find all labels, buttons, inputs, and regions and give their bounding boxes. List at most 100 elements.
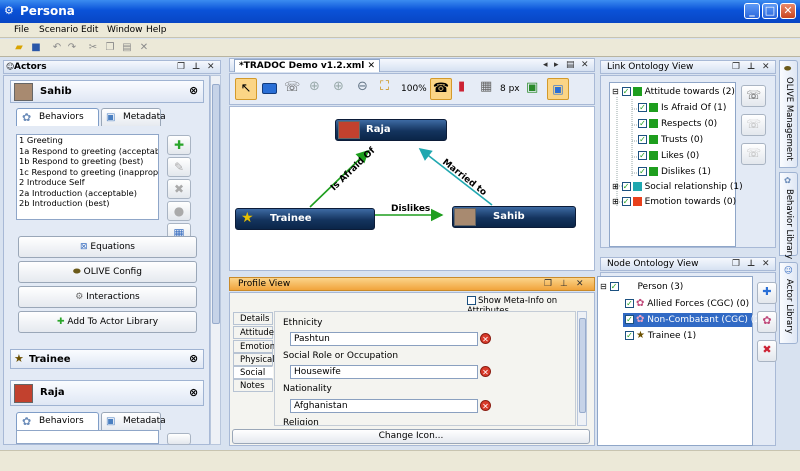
menu-file[interactable]: File bbox=[14, 25, 29, 35]
snap-tool-icon[interactable]: ☎ bbox=[430, 78, 452, 100]
tree-item[interactable]: ⊟ ✓ Attitude towards (2) bbox=[612, 87, 735, 97]
add-behavior-button[interactable] bbox=[167, 433, 191, 445]
checkbox[interactable]: ✓ bbox=[625, 331, 634, 340]
remove-link-type-button[interactable]: ☏ bbox=[741, 143, 766, 165]
tab-behaviors[interactable]: ✿ Behaviors bbox=[16, 108, 99, 126]
node-ontology-tree[interactable]: ⊟ ✓ Person (3) ✓ ✿ Allied Forces (CGC) (0… bbox=[597, 276, 764, 446]
tab-tradoc-demo[interactable]: *TRADOC Demo v1.2.xml ✕ bbox=[234, 59, 381, 72]
tree-item[interactable]: ⊞ ✓ Emotion towards (0) bbox=[612, 197, 736, 207]
maximize-button[interactable]: □ bbox=[762, 3, 778, 19]
show-meta-checkbox[interactable]: Show Meta-Info on Attributes bbox=[467, 296, 588, 316]
zoom-in-icon[interactable]: ⊕ bbox=[309, 79, 320, 94]
restore-icon[interactable]: ❐ bbox=[177, 62, 185, 72]
expand-node-icon[interactable]: ⊞ bbox=[612, 197, 619, 206]
checkbox[interactable]: ✓ bbox=[625, 315, 634, 324]
minimize-button[interactable]: _ bbox=[744, 3, 760, 19]
fit-icon[interactable]: ⛶ bbox=[380, 79, 389, 94]
close-tab-icon[interactable]: ✕ bbox=[368, 61, 376, 71]
add-link-type-button[interactable]: ☏ bbox=[741, 85, 766, 107]
restore-icon[interactable]: ❐ bbox=[732, 62, 740, 72]
list-item[interactable]: 2b Introduction (best) bbox=[17, 198, 158, 209]
edit-behavior-button[interactable]: ✎ bbox=[167, 157, 191, 177]
graph-canvas[interactable]: Is Afraid Of Married to Dislikes Raja ★ … bbox=[229, 106, 595, 271]
checkbox[interactable]: ✓ bbox=[625, 299, 634, 308]
ethnicity-field[interactable]: Pashtun bbox=[290, 332, 478, 346]
collapse-icon[interactable]: ⊗ bbox=[189, 84, 198, 97]
tab-metadata[interactable]: ▣ Metadata bbox=[101, 412, 166, 430]
checkbox[interactable]: ✓ bbox=[638, 135, 647, 144]
tab-left-icon[interactable]: ◂ bbox=[543, 60, 548, 70]
tree-item[interactable]: ✓ Respects (0) bbox=[638, 119, 717, 129]
tab-physical[interactable]: Physical bbox=[233, 353, 275, 366]
occupation-field[interactable]: Housewife bbox=[290, 365, 478, 379]
tree-item[interactable]: ✓ Trusts (0) bbox=[638, 135, 703, 145]
paste-icon[interactable]: ▤ bbox=[121, 42, 133, 54]
edit-node-type-button[interactable]: ✿ bbox=[757, 311, 777, 333]
edit-link-type-button[interactable]: ☏ bbox=[741, 114, 766, 136]
tab-actor-library[interactable]: ☺ Actor Library bbox=[779, 262, 798, 344]
copy-icon[interactable]: ❐ bbox=[104, 42, 116, 54]
behavior-list[interactable] bbox=[16, 430, 159, 444]
remove-node-type-button[interactable]: ✖ bbox=[757, 340, 777, 362]
collapse-node-icon[interactable]: ⊟ bbox=[600, 282, 607, 291]
remove-occupation-icon[interactable]: ✕ bbox=[480, 366, 491, 377]
zoom-icon[interactable]: ⊕ bbox=[333, 79, 344, 94]
nationality-field[interactable]: Afghanistan bbox=[290, 399, 478, 413]
menu-edit[interactable]: Edit bbox=[81, 25, 98, 35]
tree-item[interactable]: ⊟ ✓ Person (3) bbox=[600, 282, 683, 292]
checkbox[interactable]: ✓ bbox=[609, 282, 619, 291]
grid-icon[interactable]: ▦ bbox=[480, 79, 492, 94]
tree-item[interactable]: ✓ ★ Trainee (1) bbox=[625, 330, 696, 341]
add-behavior-button[interactable]: ✚ bbox=[167, 135, 191, 155]
open-icon[interactable]: ▰ bbox=[13, 42, 25, 54]
actor-raja-header[interactable]: Raja ⊗ bbox=[10, 380, 204, 406]
tab-behaviors[interactable]: ✿ Behaviors bbox=[16, 412, 99, 430]
change-icon-button[interactable]: Change Icon... bbox=[232, 429, 590, 444]
checkbox[interactable]: ✓ bbox=[638, 167, 647, 176]
checkbox[interactable]: ✓ bbox=[621, 197, 631, 206]
tree-item-selected[interactable]: ✓ ✿ Non-Combatant (CGC) (2) bbox=[623, 313, 764, 327]
tab-right-icon[interactable]: ▸ bbox=[554, 60, 559, 70]
close-icon[interactable]: ✕ bbox=[581, 60, 589, 70]
cut-icon[interactable]: ✂ bbox=[87, 42, 99, 54]
profile-scrollbar[interactable] bbox=[577, 311, 587, 426]
list-item[interactable]: 1b Respond to greeting (best) bbox=[17, 156, 158, 167]
tab-metadata[interactable]: ▣ Metadata bbox=[101, 108, 166, 126]
tree-item[interactable]: ✓ Is Afraid Of (1) bbox=[638, 103, 726, 113]
tree-item[interactable]: ✓ ✿ Allied Forces (CGC) (0) bbox=[625, 298, 749, 309]
pin-icon[interactable]: ⊥ bbox=[747, 62, 755, 72]
actor-sahib-header[interactable]: Sahib ⊗ bbox=[10, 80, 204, 103]
menu-scenario[interactable]: Scenario bbox=[39, 25, 78, 35]
tree-item[interactable]: ⊞ ✓ Social relationship (1) bbox=[612, 182, 743, 192]
equations-button[interactable]: ⊠ Equations bbox=[18, 236, 197, 258]
list-item[interactable]: 1 Greeting bbox=[17, 135, 158, 146]
behavior-list[interactable]: 1 Greeting 1a Respond to greeting (accep… bbox=[16, 134, 159, 220]
list-item[interactable]: 1c Respond to greeting (inappropria bbox=[17, 167, 158, 178]
redo-icon[interactable]: ↷ bbox=[66, 42, 78, 54]
close-icon[interactable]: ✕ bbox=[207, 62, 215, 72]
collapse-icon[interactable]: ⊗ bbox=[189, 386, 198, 399]
node-tool-icon[interactable] bbox=[262, 83, 277, 94]
checkbox-box[interactable] bbox=[467, 296, 476, 305]
restore-icon[interactable]: ❐ bbox=[732, 259, 740, 269]
page-icon[interactable]: ▮ bbox=[458, 79, 465, 94]
pin-icon[interactable]: ⊥ bbox=[192, 62, 200, 72]
menu-window[interactable]: Window bbox=[107, 25, 143, 35]
scroll-thumb[interactable] bbox=[579, 318, 586, 413]
restore-icon[interactable]: ❐ bbox=[544, 279, 552, 289]
list-item[interactable]: 2a Introduction (acceptable) bbox=[17, 188, 158, 199]
scroll-thumb[interactable] bbox=[212, 84, 220, 324]
checkbox[interactable]: ✓ bbox=[621, 87, 631, 96]
actor-trainee-header[interactable]: ★ Trainee ⊗ bbox=[10, 349, 204, 369]
node-trainee[interactable]: ★ Trainee bbox=[235, 208, 375, 230]
link-tool-icon[interactable]: ☏ bbox=[284, 80, 300, 95]
behavior-action-button[interactable]: ● bbox=[167, 201, 191, 221]
save-icon[interactable]: ■ bbox=[30, 42, 42, 54]
remove-ethnicity-icon[interactable]: ✕ bbox=[480, 333, 491, 344]
olive-config-button[interactable]: ⬬ OLIVE Config bbox=[18, 261, 197, 283]
collapse-node-icon[interactable]: ⊟ bbox=[612, 87, 619, 96]
tab-attitudes[interactable]: Attitudes bbox=[233, 326, 278, 339]
close-icon[interactable]: ✕ bbox=[576, 279, 584, 289]
delete-behavior-button[interactable]: ✖ bbox=[167, 179, 191, 199]
tab-details[interactable]: Details bbox=[233, 312, 273, 325]
